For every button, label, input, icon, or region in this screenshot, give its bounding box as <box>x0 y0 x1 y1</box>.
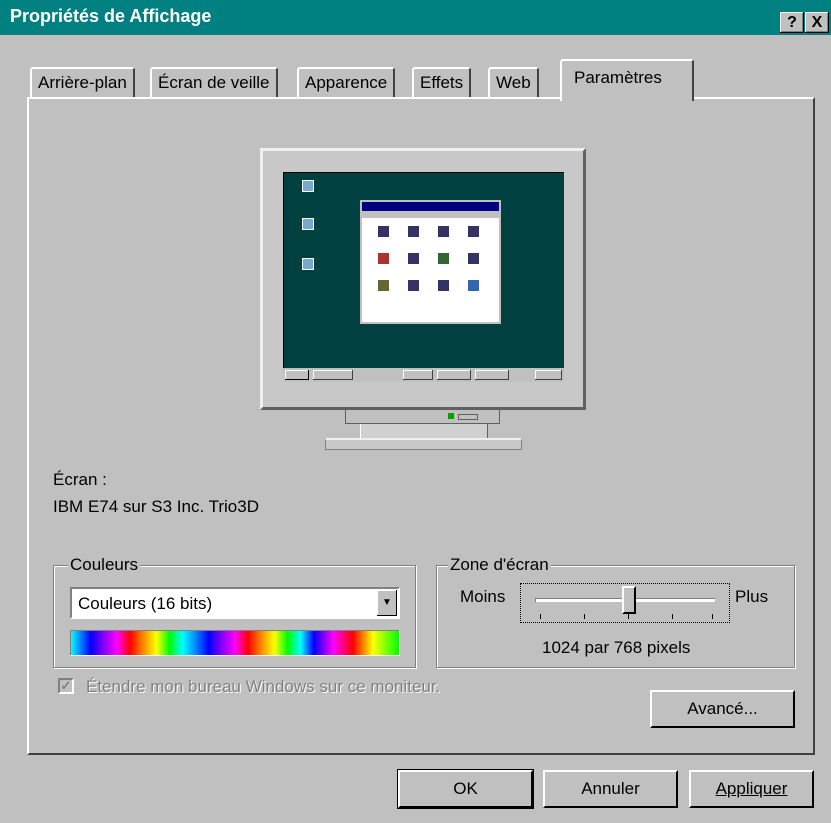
recycle-bin-icon <box>293 258 323 272</box>
ok-button[interactable]: OK <box>397 769 534 809</box>
slider-tick <box>712 614 713 619</box>
tab-web[interactable]: Web <box>488 67 539 99</box>
preview-task-item <box>437 370 471 380</box>
preview-item-icon <box>458 253 488 266</box>
cancel-button[interactable]: Annuler <box>543 770 678 808</box>
apply-button[interactable]: Appliquer <box>689 770 814 808</box>
preview-taskbar <box>283 368 564 382</box>
tab-screensaver[interactable]: Écran de veille <box>150 67 278 99</box>
power-led-icon <box>448 413 454 419</box>
window-title: Propriétés de Affichage <box>10 6 212 26</box>
extend-desktop-label: Étendre mon bureau Windows sur ce monite… <box>86 677 441 696</box>
advanced-button[interactable]: Avancé... <box>650 690 795 728</box>
preview-icon-grid <box>368 226 492 293</box>
power-button-icon <box>458 414 478 420</box>
monitor-base <box>325 438 522 450</box>
preview-item-icon <box>428 280 458 293</box>
preview-window-menu <box>362 211 499 218</box>
preview-item-icon <box>458 226 488 239</box>
less-label: Moins <box>460 587 506 606</box>
preview-window-titlebar <box>362 202 499 211</box>
preview-item-icon <box>368 253 398 266</box>
color-spectrum-bar <box>70 630 400 656</box>
preview-item-icon <box>368 280 398 293</box>
preview-task-item <box>403 370 433 380</box>
advanced-button-label: Avancé... <box>687 699 758 718</box>
preview-item-icon <box>428 226 458 239</box>
extend-desktop-checkbox[interactable]: ✓ <box>58 678 74 694</box>
preview-item-icon <box>398 280 428 293</box>
color-depth-select[interactable]: Couleurs (16 bits) ▼ <box>70 587 400 619</box>
tab-appearance[interactable]: Apparence <box>297 67 396 99</box>
preview-window <box>360 200 501 324</box>
my-computer-icon <box>293 180 323 194</box>
screen-area-group-label: Zone d'écran <box>448 555 551 575</box>
display-device: IBM E74 sur S3 Inc. Trio3D <box>53 497 259 516</box>
apply-button-label: Appliquer <box>715 779 788 798</box>
preview-item-icon <box>398 226 428 239</box>
preview-item-icon <box>458 280 488 293</box>
color-depth-value: Couleurs (16 bits) <box>78 594 213 613</box>
slider-tick <box>584 614 585 619</box>
tab-background[interactable]: Arrière-plan <box>30 67 135 99</box>
close-button[interactable]: X <box>805 12 829 33</box>
tab-settings[interactable]: Paramètres <box>560 59 694 101</box>
preview-item-icon <box>428 253 458 266</box>
preview-item-icon <box>398 253 428 266</box>
desktop-preview <box>283 172 564 382</box>
resolution-slider-thumb[interactable] <box>621 586 636 614</box>
resolution-text: 1024 par 768 pixels <box>542 638 691 657</box>
slider-tick <box>540 614 541 619</box>
slider-tick <box>672 614 673 619</box>
preview-tray <box>535 370 562 380</box>
help-button[interactable]: ? <box>780 12 804 33</box>
colors-group-label: Couleurs <box>68 555 141 575</box>
network-icon <box>293 218 323 232</box>
preview-task-item <box>313 370 353 380</box>
title-bar: Propriétés de Affichage ? X <box>0 0 831 35</box>
monitor-stand <box>360 424 488 438</box>
chevron-down-icon[interactable]: ▼ <box>377 590 397 616</box>
tab-effects[interactable]: Effets <box>412 67 472 99</box>
preview-start-button <box>285 370 309 380</box>
cancel-button-label: Annuler <box>581 779 640 798</box>
preview-task-item <box>475 370 509 380</box>
display-label: Écran : <box>53 470 107 489</box>
slider-tick <box>628 614 629 619</box>
preview-item-icon <box>368 226 398 239</box>
ok-button-label: OK <box>453 779 478 798</box>
more-label: Plus <box>735 587 769 606</box>
